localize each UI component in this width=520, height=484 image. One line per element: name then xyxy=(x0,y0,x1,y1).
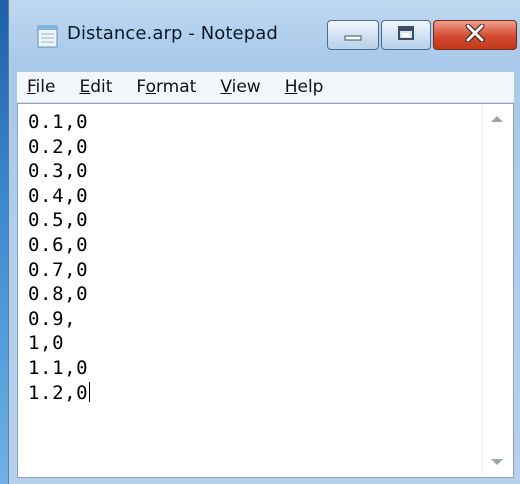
menu-file[interactable]: File xyxy=(25,76,57,98)
text-editor[interactable]: 0.1,0 0.2,0 0.3,0 0.4,0 0.5,0 0.6,0 0.7,0 0.8,0… xyxy=(17,103,514,478)
menu-format-label: rmat xyxy=(155,77,197,97)
notepad-window: Distance.arp - Notepad File Edit Format … xyxy=(8,0,520,484)
text-line: 0.8,0 xyxy=(28,283,89,306)
text-line: 0.6,0 xyxy=(28,233,89,256)
menu-edit-accesskey: E xyxy=(79,77,91,97)
text-caret xyxy=(89,381,91,402)
title-bar[interactable]: Distance.arp - Notepad xyxy=(9,0,520,58)
menu-view-label: iew xyxy=(231,77,261,97)
menu-bar: File Edit Format View Help xyxy=(17,72,514,103)
text-line: 0.9, xyxy=(28,307,77,330)
menu-edit[interactable]: Edit xyxy=(77,76,114,98)
minimize-icon xyxy=(343,26,363,45)
desktop-background xyxy=(0,0,8,484)
menu-format-prefix: F xyxy=(136,77,146,97)
menu-view-accesskey: V xyxy=(220,77,232,97)
menu-format[interactable]: Format xyxy=(134,76,198,98)
notepad-icon[interactable] xyxy=(37,24,59,48)
minimize-button[interactable] xyxy=(327,20,379,50)
menu-view[interactable]: View xyxy=(218,76,262,98)
current-line-text: 1.2,0 xyxy=(28,381,89,404)
scroll-up-arrow-icon[interactable] xyxy=(491,116,503,122)
editor-text[interactable]: 0.1,0 0.2,0 0.3,0 0.4,0 0.5,0 0.6,0 0.7,0 0.8,0… xyxy=(28,110,484,470)
maximize-button[interactable] xyxy=(381,20,431,50)
text-line: 1,0 xyxy=(28,332,65,355)
text-line: 0.7,0 xyxy=(28,258,89,281)
text-line: 0.3,0 xyxy=(28,160,89,183)
window-title: Distance.arp - Notepad xyxy=(67,23,278,44)
menu-help[interactable]: Help xyxy=(283,76,326,98)
menu-file-label: ile xyxy=(35,77,56,97)
close-icon xyxy=(464,23,486,46)
text-line: 1.1,0 xyxy=(28,356,89,379)
vertical-scrollbar[interactable] xyxy=(482,104,513,477)
text-line: 0.2,0 xyxy=(28,135,89,158)
maximize-icon xyxy=(396,25,416,45)
menu-help-accesskey: H xyxy=(284,77,298,97)
menu-edit-label: dit xyxy=(90,77,113,97)
menu-file-accesskey: F xyxy=(27,77,36,97)
text-line-current: 1.2,0 xyxy=(28,381,484,406)
scroll-down-arrow-icon[interactable] xyxy=(491,459,503,465)
text-line: 0.4,0 xyxy=(28,184,89,207)
menu-help-label: elp xyxy=(297,77,324,97)
text-line: 0.1,0 xyxy=(28,111,89,133)
close-button[interactable] xyxy=(433,20,517,50)
text-line: 0.5,0 xyxy=(28,209,89,232)
menu-format-accesskey: o xyxy=(145,77,156,97)
